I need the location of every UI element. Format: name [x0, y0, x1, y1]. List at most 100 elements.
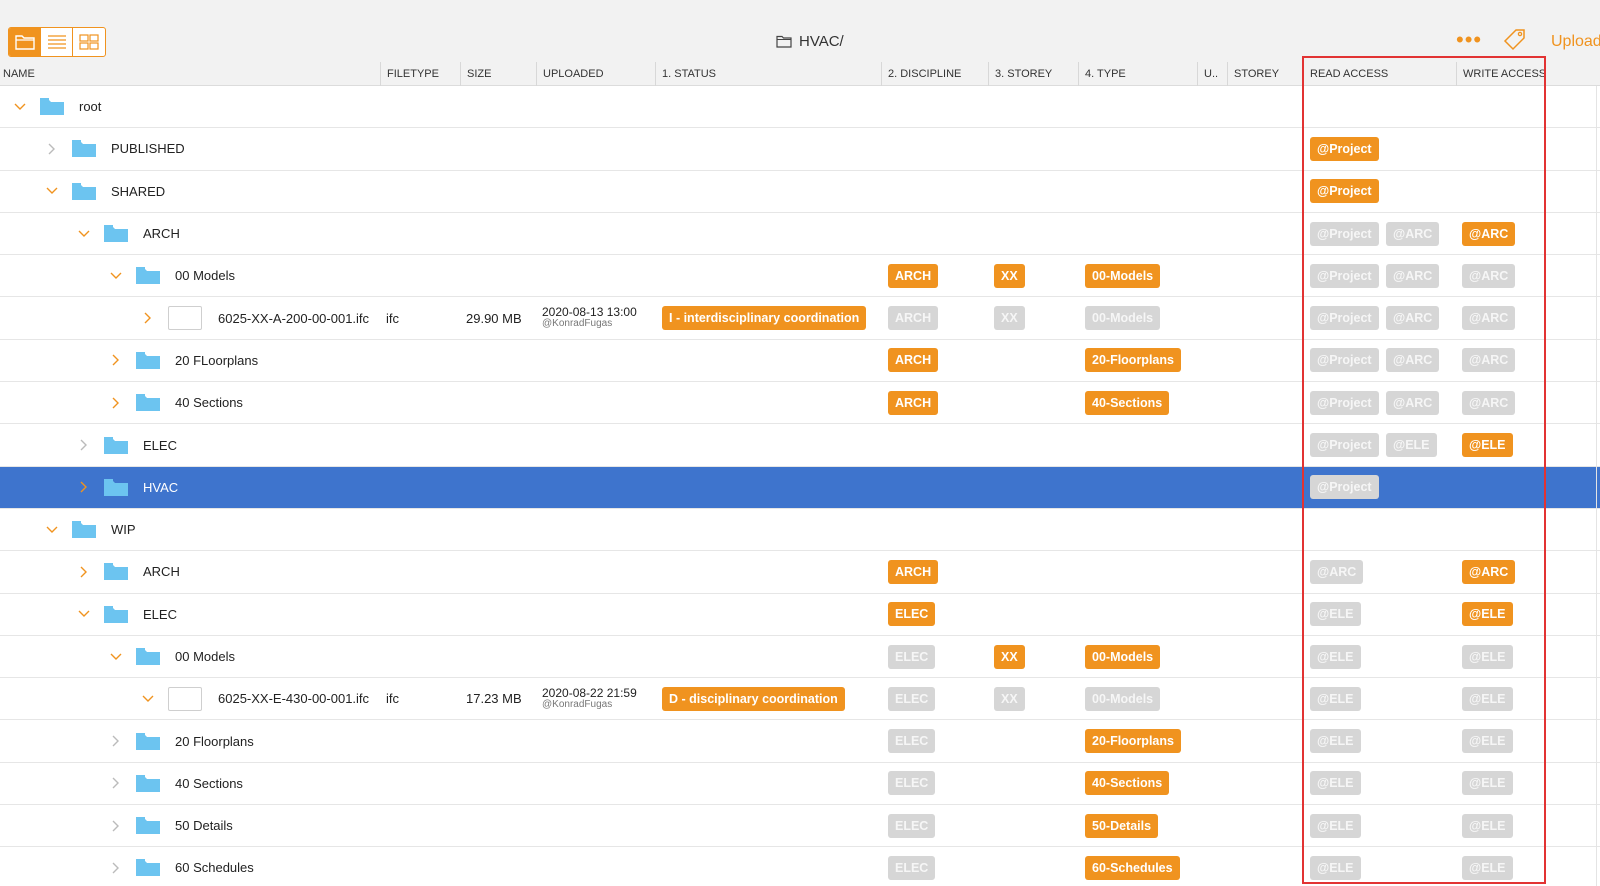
folder-row[interactable]: ARCH @Project @ARC @ARC	[0, 213, 1600, 256]
discipline-badge[interactable]: ELEC	[888, 602, 936, 627]
type-badge[interactable]: 20-Floorplans	[1085, 729, 1181, 754]
file-row[interactable]: 6025-XX-E-430-00-001.ifc ifc 17.23 MB 2020-…	[0, 678, 1600, 721]
read-access-badge[interactable]: @ARC	[1386, 221, 1440, 246]
write-access-badge[interactable]: @ELE	[1462, 729, 1513, 754]
discipline-badge[interactable]: ARCH	[888, 348, 939, 373]
chevron-right-icon[interactable]	[109, 353, 123, 367]
column-header-u[interactable]: U..	[1197, 62, 1227, 86]
read-access-badge[interactable]: @ARC	[1386, 263, 1440, 288]
chevron-right-icon[interactable]	[109, 776, 123, 790]
read-access-badge[interactable]: @Project	[1310, 475, 1379, 500]
discipline-badge[interactable]: ELEC	[888, 855, 936, 880]
tree-toggle[interactable]	[141, 678, 155, 719]
write-access-badge[interactable]: @ELE	[1462, 855, 1513, 880]
folder-row[interactable]: HVAC @Project	[0, 466, 1600, 509]
column-header-filetype[interactable]: FILETYPE	[380, 62, 460, 86]
type-badge[interactable]: 00-Models	[1085, 263, 1161, 288]
write-access-badge[interactable]: @ELE	[1462, 813, 1513, 838]
column-header-read-access[interactable]: READ ACCESS	[1303, 62, 1456, 86]
read-access-badge[interactable]: @Project	[1310, 263, 1379, 288]
storey-badge[interactable]: XX	[994, 644, 1025, 669]
write-access-badge[interactable]: @ARC	[1462, 559, 1516, 584]
chevron-right-icon[interactable]	[77, 565, 91, 579]
folder-view-button[interactable]	[9, 28, 41, 56]
chevron-down-icon[interactable]	[77, 227, 91, 241]
tree-toggle[interactable]	[141, 297, 155, 338]
chevron-down-icon[interactable]	[109, 269, 123, 283]
type-badge[interactable]: 20-Floorplans	[1085, 348, 1181, 373]
chevron-right-icon[interactable]	[77, 438, 91, 452]
type-badge[interactable]: 40-Sections	[1085, 771, 1170, 796]
column-header-status[interactable]: 1. STATUS	[655, 62, 881, 86]
discipline-badge[interactable]: ELEC	[888, 771, 936, 796]
write-access-badge[interactable]: @ARC	[1462, 390, 1516, 415]
more-options-button[interactable]: •••	[1456, 29, 1482, 51]
write-access-badge[interactable]: @ELE	[1462, 686, 1513, 711]
chevron-down-icon[interactable]	[13, 100, 27, 114]
chevron-down-icon[interactable]	[109, 650, 123, 664]
chevron-down-icon[interactable]	[141, 692, 155, 706]
type-badge[interactable]: 40-Sections	[1085, 390, 1170, 415]
tree-toggle[interactable]	[109, 763, 123, 804]
type-badge[interactable]: 50-Details	[1085, 813, 1159, 838]
type-badge[interactable]: 00-Models	[1085, 686, 1161, 711]
folder-row[interactable]: ELEC @Project @ELE @ELE	[0, 424, 1600, 467]
chevron-right-icon[interactable]	[77, 480, 91, 494]
column-header-storey2[interactable]: STOREY	[1227, 62, 1303, 86]
read-access-badge[interactable]: @Project	[1310, 306, 1379, 331]
folder-row[interactable]: 20 FLoorplans ARCH 20-Floorplans @Project @A…	[0, 340, 1600, 383]
discipline-badge[interactable]: ARCH	[888, 306, 939, 331]
read-access-badge[interactable]: @ELE	[1310, 686, 1361, 711]
write-access-badge[interactable]: @ARC	[1462, 221, 1516, 246]
column-header-storey[interactable]: 3. STOREY	[988, 62, 1078, 86]
status-badge[interactable]: D - disciplinary coordination	[662, 686, 845, 711]
discipline-badge[interactable]: ELEC	[888, 813, 936, 838]
read-access-badge[interactable]: @ELE	[1310, 855, 1361, 880]
write-access-badge[interactable]: @ELE	[1462, 644, 1513, 669]
tree-toggle[interactable]	[45, 509, 59, 550]
read-access-badge[interactable]: @ELE	[1310, 729, 1361, 754]
write-access-badge[interactable]: @ARC	[1462, 306, 1516, 331]
tree-toggle[interactable]	[13, 86, 27, 127]
tree-toggle[interactable]	[109, 382, 123, 423]
folder-row[interactable]: PUBLISHED @Project	[0, 128, 1600, 171]
upload-button[interactable]: Upload	[1551, 33, 1600, 51]
chevron-right-icon[interactable]	[109, 861, 123, 875]
read-access-badge[interactable]: @ELE	[1310, 771, 1361, 796]
read-access-badge[interactable]: @Project	[1310, 179, 1379, 204]
discipline-badge[interactable]: ARCH	[888, 263, 939, 288]
tree-toggle[interactable]	[77, 213, 91, 254]
read-access-badge[interactable]: @ELE	[1310, 813, 1361, 838]
folder-row[interactable]: 00 Models ELEC XX 00-Models @ELE @ELE	[0, 636, 1600, 679]
chevron-right-icon[interactable]	[109, 819, 123, 833]
read-access-badge[interactable]: @ARC	[1386, 390, 1440, 415]
grid-view-button[interactable]	[73, 28, 105, 56]
folder-row[interactable]: 50 Details ELEC 50-Details @ELE @ELE	[0, 805, 1600, 848]
type-badge[interactable]: 60-Schedules	[1085, 855, 1180, 880]
folder-row[interactable]: ARCH ARCH @ARC @ARC	[0, 551, 1600, 594]
discipline-badge[interactable]: ARCH	[888, 559, 939, 584]
storey-badge[interactable]: XX	[994, 306, 1025, 331]
tree-toggle[interactable]	[77, 551, 91, 592]
column-header-uploaded[interactable]: UPLOADED	[536, 62, 655, 86]
chevron-right-icon[interactable]	[45, 142, 59, 156]
tree-toggle[interactable]	[45, 128, 59, 169]
read-access-badge[interactable]: @ARC	[1310, 559, 1364, 584]
read-access-badge[interactable]: @ELE	[1386, 433, 1437, 458]
write-access-badge[interactable]: @ARC	[1462, 348, 1516, 373]
chevron-down-icon[interactable]	[45, 523, 59, 537]
discipline-badge[interactable]: ELEC	[888, 729, 936, 754]
tree-toggle[interactable]	[109, 805, 123, 846]
chevron-down-icon[interactable]	[77, 607, 91, 621]
folder-row[interactable]: ELEC ELEC @ELE @ELE	[0, 594, 1600, 636]
write-access-badge[interactable]: @ELE	[1462, 433, 1513, 458]
tree-toggle[interactable]	[45, 171, 59, 212]
chevron-right-icon[interactable]	[109, 396, 123, 410]
column-header-type[interactable]: 4. TYPE	[1078, 62, 1197, 86]
read-access-badge[interactable]: @Project	[1310, 390, 1379, 415]
column-header-write-access[interactable]: WRITE ACCESS	[1456, 62, 1546, 86]
chevron-right-icon[interactable]	[141, 311, 155, 325]
read-access-badge[interactable]: @Project	[1310, 221, 1379, 246]
discipline-badge[interactable]: ELEC	[888, 644, 936, 669]
folder-row[interactable]: 20 Floorplans ELEC 20-Floorplans @ELE @ELE	[0, 720, 1600, 763]
